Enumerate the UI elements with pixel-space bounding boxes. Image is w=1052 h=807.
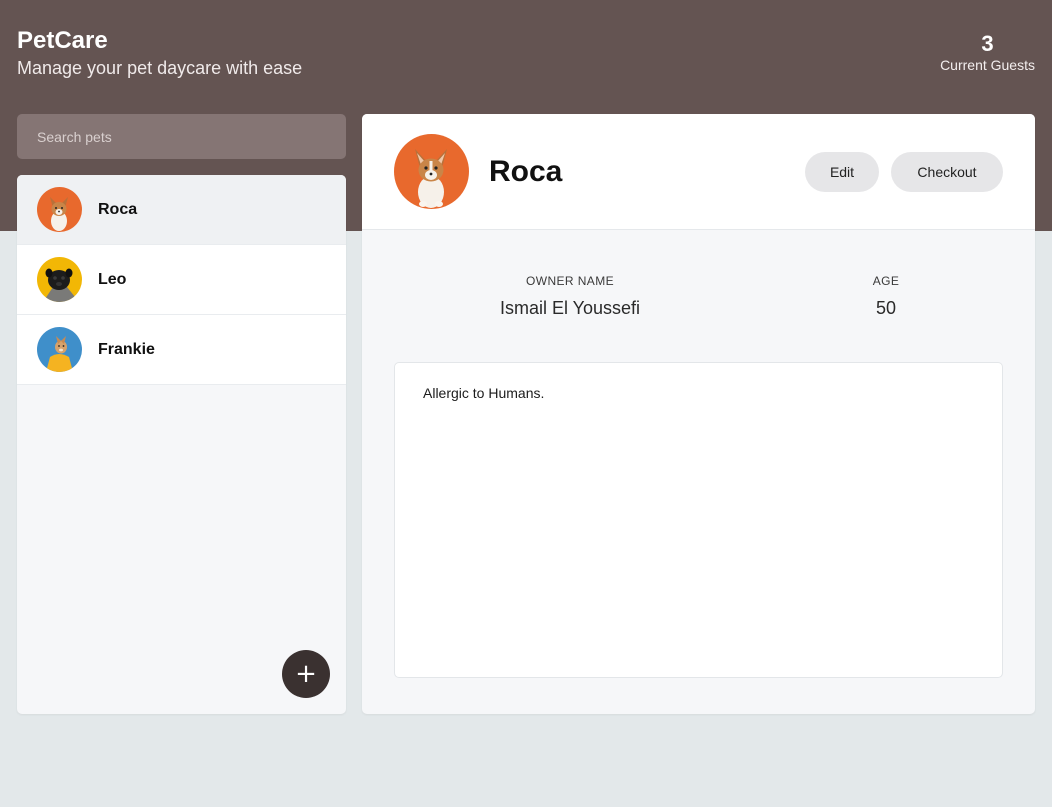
app-title: PetCare [17, 27, 108, 54]
corgi-puppy-icon [37, 187, 82, 232]
pug-icon [37, 257, 82, 302]
age-info: AGE 50 [836, 273, 936, 319]
pet-name: Frankie [98, 340, 155, 358]
guest-count-label: Current Guests [940, 57, 1035, 73]
pet-list-item-roca[interactable]: Roca [17, 175, 346, 245]
pet-name: Roca [98, 200, 138, 218]
pet-detail-name: Roca [489, 155, 563, 188]
corgi-puppy-icon [394, 134, 469, 209]
owner-name-value: Ismail El Youssefi [499, 298, 641, 318]
pet-notes: Allergic to Humans. [394, 362, 1003, 678]
pet-detail-avatar [394, 134, 469, 209]
app-subtitle: Manage your pet daycare with ease [17, 58, 303, 78]
owner-name-label: OWNER NAME [526, 274, 614, 288]
pet-detail-header: Roca Edit Checkout [362, 114, 1035, 230]
dog-in-raincoat-icon [37, 327, 82, 372]
guest-stats: 3 Current Guests [940, 32, 1035, 74]
pet-list-item-leo[interactable]: Leo [17, 245, 346, 315]
age-value: 50 [875, 298, 897, 318]
age-label: AGE [872, 274, 900, 288]
pet-detail-panel: Roca Edit Checkout OWNER NAME Ismail El … [362, 114, 1035, 714]
pet-list-item-frankie[interactable]: Frankie [17, 315, 346, 385]
pet-avatar [37, 257, 82, 302]
search-input[interactable] [17, 114, 346, 159]
pet-avatar [37, 327, 82, 372]
pet-name: Leo [98, 270, 127, 288]
edit-button[interactable]: Edit [805, 152, 879, 192]
owner-info: OWNER NAME Ismail El Youssefi [470, 273, 670, 319]
checkout-button[interactable]: Checkout [891, 152, 1003, 192]
brand: PetCare Manage your pet daycare with eas… [17, 28, 302, 80]
pet-list-panel: Roca Leo Frankie + [17, 175, 346, 714]
pet-list: Roca Leo Frankie [17, 175, 346, 385]
add-pet-button[interactable]: + [282, 650, 330, 698]
guest-count: 3 [981, 31, 994, 56]
pet-avatar [37, 187, 82, 232]
